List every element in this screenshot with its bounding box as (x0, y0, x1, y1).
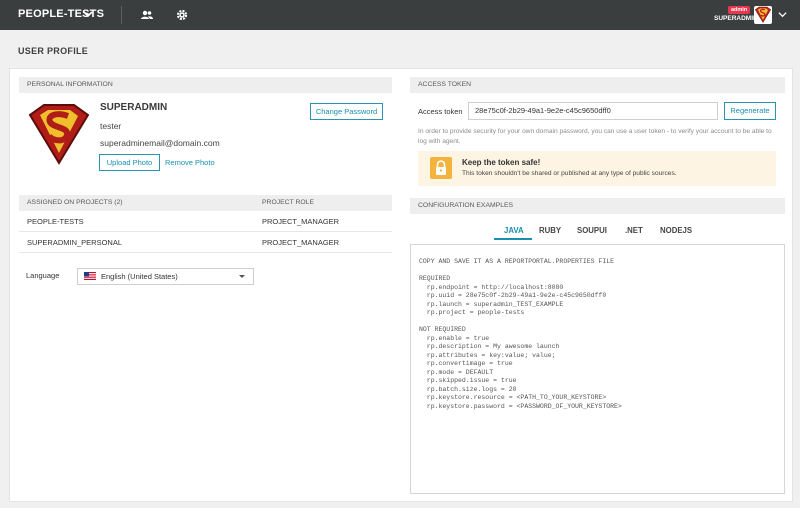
access-token-label: Access token (418, 107, 463, 116)
project-name: PEOPLE-TESTS (27, 217, 84, 226)
chevron-down-icon[interactable] (778, 10, 787, 19)
regenerate-button[interactable]: Regenerate (724, 102, 776, 120)
remove-photo-link[interactable]: Remove Photo (165, 158, 215, 167)
admin-badge: admin (728, 6, 751, 14)
tab-ruby[interactable]: RUBY (539, 226, 561, 235)
table-row: PEOPLE-TESTS PROJECT_MANAGER (19, 211, 392, 232)
profile-photo (26, 101, 92, 169)
language-select[interactable]: English (United States) (77, 268, 254, 285)
members-icon[interactable] (140, 8, 154, 22)
caret-down-icon (239, 275, 245, 278)
warning-text: This token shouldn't be shared or publis… (462, 170, 677, 177)
upload-photo-button[interactable]: Upload Photo (99, 154, 160, 171)
tab-dotnet[interactable]: .NET (625, 226, 643, 235)
chevron-down-icon[interactable] (83, 9, 93, 19)
top-bar: PEOPLE-TESTS admin SUPERADMIN (0, 0, 800, 30)
tab-soupui[interactable]: SOUPUI (577, 226, 607, 235)
language-selected: English (United States) (101, 272, 178, 281)
access-token-header: ACCESS TOKEN (410, 77, 785, 93)
column-header-role: PROJECT ROLE (262, 199, 314, 206)
column-header-project: ASSIGNED ON PROJECTS (2) (27, 199, 123, 206)
lock-icon (430, 157, 452, 179)
projects-table-header: ASSIGNED ON PROJECTS (2) PROJECT ROLE (19, 195, 392, 211)
user-login: tester (100, 121, 122, 131)
token-description: In order to provide security for your ow… (418, 128, 772, 145)
change-password-button[interactable]: Change Password (310, 103, 383, 120)
avatar[interactable] (754, 6, 772, 24)
config-examples-header: CONFIGURATION EXAMPLES (410, 198, 785, 214)
token-warning: Keep the token safe! This token shouldn'… (418, 151, 776, 186)
config-code-block[interactable]: COPY AND SAVE IT AS A REPORTPORTAL.PROPE… (410, 244, 785, 494)
active-tab-indicator (494, 238, 532, 240)
personal-info-header: PERSONAL INFORMATION (19, 77, 392, 93)
user-email: superadminemail@domain.com (100, 138, 220, 148)
table-row: SUPERADMIN_PERSONAL PROJECT_MANAGER (19, 232, 392, 253)
project-name: SUPERADMIN_PERSONAL (27, 238, 123, 247)
page-title: USER PROFILE (18, 46, 89, 56)
project-role: PROJECT_MANAGER (262, 217, 340, 226)
gear-icon[interactable] (175, 8, 189, 22)
access-token-field[interactable]: 28e75c0f-2b29-49a1-9e2e-c45c9650dff0 (468, 102, 718, 120)
config-code: COPY AND SAVE IT AS A REPORTPORTAL.PROPE… (419, 258, 622, 410)
divider (121, 6, 122, 24)
tab-nodejs[interactable]: NODEJS (660, 226, 692, 235)
language-label: Language (26, 271, 60, 280)
user-name[interactable]: SUPERADMIN (714, 15, 758, 22)
project-role: PROJECT_MANAGER (262, 238, 340, 247)
tab-java[interactable]: JAVA (504, 226, 524, 235)
warning-title: Keep the token safe! (462, 158, 541, 167)
user-full-name: SUPERADMIN (100, 102, 168, 113)
us-flag-icon (84, 272, 96, 280)
